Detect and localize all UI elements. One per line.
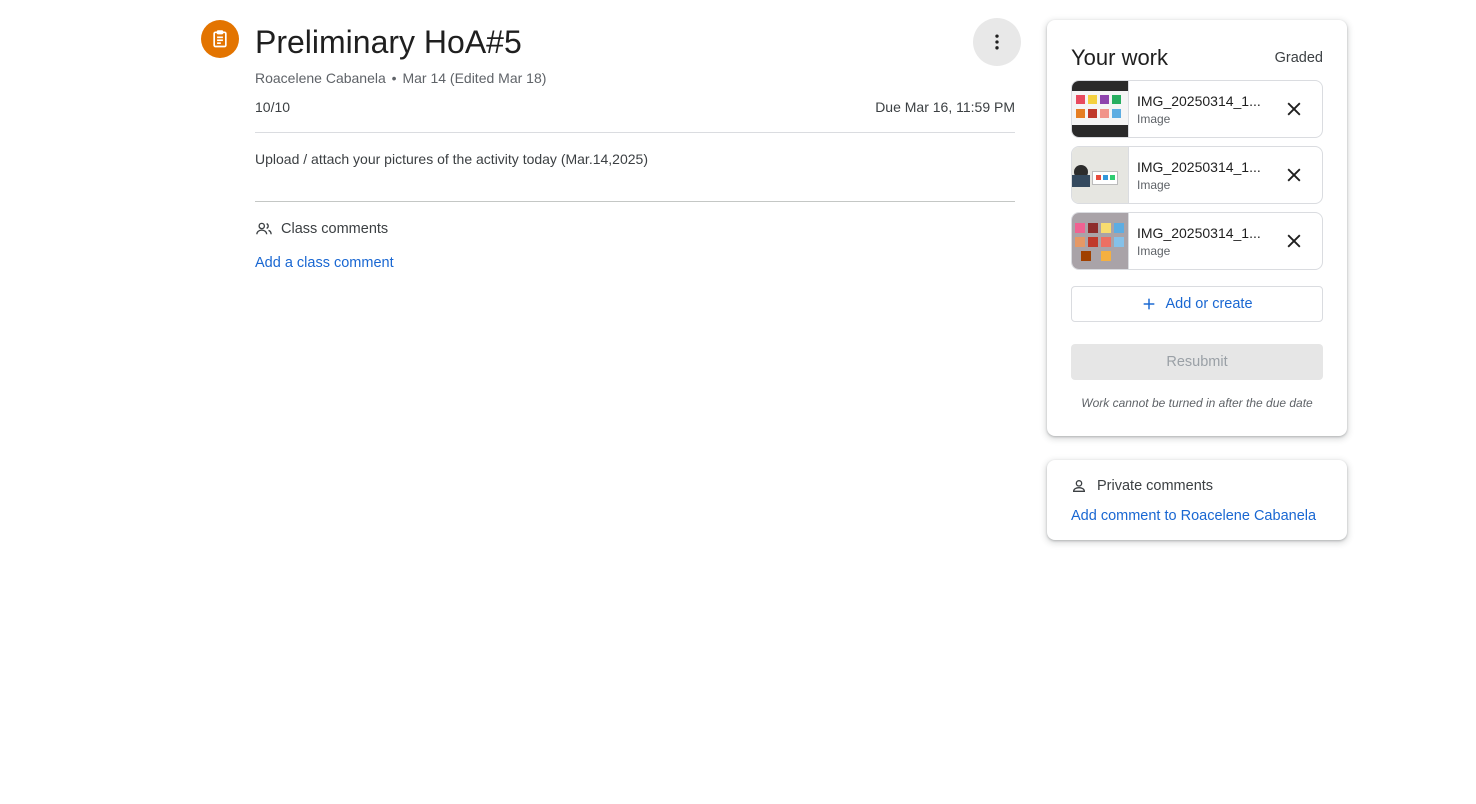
image-thumbnail — [1072, 213, 1129, 269]
your-work-title: Your work — [1071, 45, 1169, 70]
close-icon — [1287, 234, 1301, 248]
attachment-type: Image — [1137, 111, 1171, 126]
attachment-name: IMG_20250314_1... — [1137, 224, 1261, 241]
add-class-comment-link[interactable]: Add a class comment — [255, 255, 394, 271]
plus-icon — [1144, 298, 1155, 310]
attachment-type: Image — [1137, 177, 1171, 192]
meta-separator: • — [391, 70, 397, 86]
private-comments-header: Private comments — [1071, 478, 1213, 494]
assignment-icon — [201, 20, 239, 58]
class-comments-label: Class comments — [281, 221, 389, 237]
divider — [255, 201, 1015, 202]
people-icon — [256, 222, 272, 235]
close-icon — [1287, 168, 1301, 182]
assignment-instructions: Upload / attach your pictures of the act… — [255, 151, 648, 167]
more-vert-icon — [995, 34, 999, 50]
remove-attachment-button[interactable] — [1278, 225, 1310, 257]
remove-attachment-button[interactable] — [1278, 159, 1310, 191]
add-or-create-label: Add or create — [1165, 296, 1253, 312]
remove-attachment-button[interactable] — [1278, 93, 1310, 125]
attachment-name: IMG_20250314_1... — [1137, 92, 1261, 109]
assignment-title: Preliminary HoA#5 — [255, 24, 522, 60]
attachment-item[interactable]: IMG_20250314_1... Image — [1071, 212, 1323, 270]
posted-date: Mar 14 (Edited Mar 18) — [402, 70, 547, 86]
resubmit-button[interactable]: Resubmit — [1071, 344, 1323, 380]
more-options-button[interactable] — [973, 18, 1021, 66]
due-date: Due Mar 16, 11:59 PM — [875, 99, 1015, 115]
add-private-comment-link[interactable]: Add comment to Roacelene Cabanela — [1071, 508, 1316, 524]
assignment-meta: Roacelene Cabanela • Mar 14 (Edited Mar … — [255, 69, 546, 87]
person-icon — [1072, 480, 1086, 492]
attachment-item[interactable]: IMG_20250314_1... Image — [1071, 146, 1323, 204]
class-comments-header: Class comments — [255, 220, 388, 238]
private-comments-card: Private comments Add comment to Roacelen… — [1047, 460, 1347, 540]
close-icon — [1287, 102, 1301, 116]
attachment-name: IMG_20250314_1... — [1137, 158, 1261, 175]
attachment-type: Image — [1137, 243, 1171, 258]
work-status-badge: Graded — [1274, 50, 1323, 66]
image-thumbnail — [1072, 81, 1129, 137]
divider — [255, 132, 1015, 133]
attachment-item[interactable]: IMG_20250314_1... Image — [1071, 80, 1323, 138]
author-name: Roacelene Cabanela — [255, 70, 386, 86]
private-comments-label: Private comments — [1097, 478, 1214, 494]
points-grade: 10/10 — [255, 99, 291, 115]
image-thumbnail — [1072, 147, 1129, 203]
late-submission-note: Work cannot be turned in after the due d… — [1081, 396, 1313, 410]
add-or-create-button[interactable]: Add or create — [1071, 286, 1323, 322]
your-work-card: Your work Graded IMG_20250314_1... Image — [1047, 20, 1347, 436]
